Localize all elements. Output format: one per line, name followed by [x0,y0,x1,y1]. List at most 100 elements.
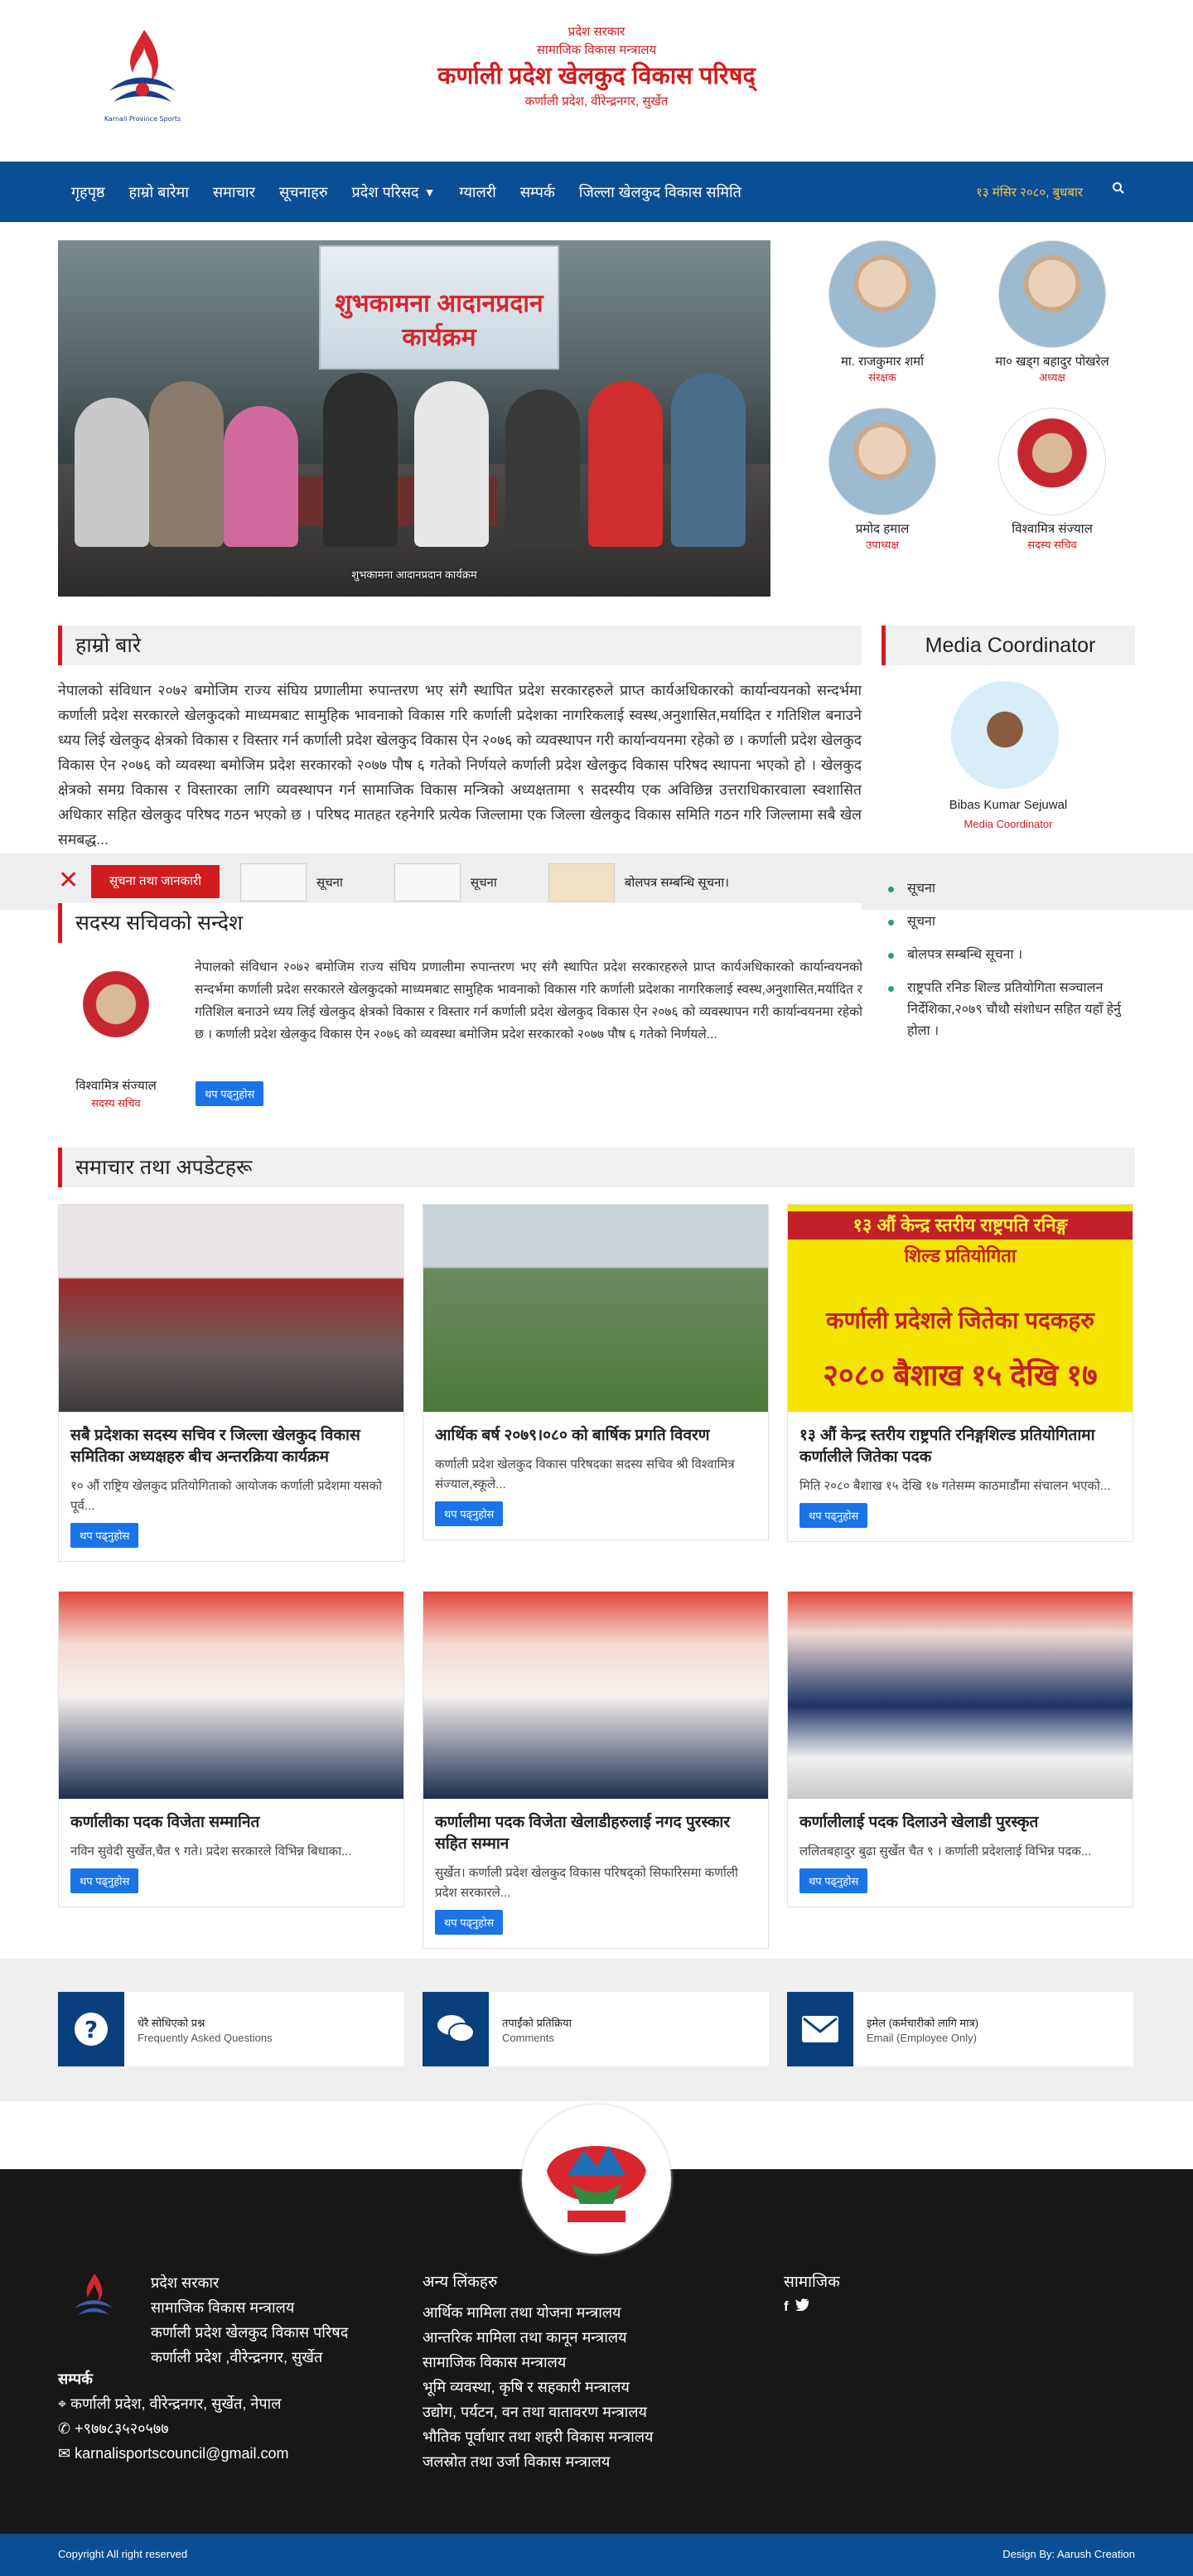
bullet-icon [888,887,894,892]
news-card[interactable]: कर्णालीलाई पदक दिलाउने खेलाडी पुरस्कृत ल… [787,1591,1133,1907]
footer-links-title: अन्य लिंकहरु [423,2274,498,2291]
quick-links-section: ? धेरै सोधिएको प्रश्न Frequently Asked Qu… [0,1959,1193,2101]
quick-link-comments[interactable]: तपाईंको प्रतिक्रिया Comments [423,1992,769,2066]
site-title[interactable]: कर्णाली प्रदेश खेलकुद विकास परिषद् [348,60,845,93]
news-title[interactable]: आर्थिक बर्ष २०७९।०८० को बार्षिक प्रगति व… [423,1412,768,1447]
nav-news[interactable]: समाचार [213,182,255,202]
news-desc: मिति २०८० बैशाख १५ देखि १७ गतेसम्म काठमा… [799,1479,1111,1493]
ticker-item-label: बोलपत्र सम्बन्धि सूचना। [624,876,729,890]
news-read-more-button[interactable]: थप पढ्नुहोस [435,1910,504,1935]
twitter-icon[interactable] [795,2298,809,2315]
official-role: अध्यक्ष [1039,371,1065,384]
banner-line2: शिल्ड प्रतियोगिता [904,1245,1017,1266]
news-image [59,1205,403,1412]
ticker-label: सूचना तथा जानकारी [91,865,220,898]
nav-contact[interactable]: सम्पर्क [520,182,555,202]
quick-link-subtitle: Email (Employee Only) [867,2031,977,2044]
nav-council-dropdown[interactable]: प्रदेश परिसद ▼ [352,182,436,202]
notice-list: सूचना सूचना बोलपत्र सम्बन्धि सूचना । राष… [886,878,1135,1054]
notice-item[interactable]: सूचना [886,911,1135,933]
chevron-down-icon: ▼ [423,185,436,199]
nav-label: सम्पर्क [519,183,555,201]
quick-link-title: तपाईंको प्रतिक्रिया [502,2016,572,2029]
nav-home[interactable]: गृहपृष्ठ [71,182,105,202]
footer-link[interactable]: आन्तरिक मामिला तथा कानून मन्त्रालय [423,2325,653,2350]
official-card[interactable]: प्रमोद हमाल उपाध्यक्ष [799,408,965,552]
footer-social-title: सामाजिक [784,2274,840,2291]
news-image: १३ औं केन्द्र स्तरीय राष्ट्रपति रनिङ्ग श… [788,1205,1133,1412]
envelope-icon [787,1992,853,2066]
news-read-more-button[interactable]: थप पढ्नुहोस [799,1868,868,1893]
comments-icon [423,1992,489,2066]
news-card[interactable]: सबै प्रदेशका सदस्य सचिव र जिल्ला खेलकुद … [58,1204,404,1562]
footer-link[interactable]: भूमि व्यवस्था, कृषि र सहकारी मन्त्रालय [423,2375,653,2400]
news-title[interactable]: कर्णालीका पदक विजेता सम्मानित [59,1799,403,1834]
notice-item[interactable]: राष्ट्रपति रनिङ शिल्ड प्रतियोगिता सञ्चाल… [886,978,1135,1042]
official-photo [828,240,936,348]
news-title[interactable]: १३ औं केन्द्र स्तरीय राष्ट्रपति रनिङ्गशि… [788,1412,1133,1468]
footer-link[interactable]: भौतिक पूर्वाधार तथा शहरी विकास मन्त्रालय [423,2424,653,2449]
secretary-message-title: सदस्य सचिवको सन्देश [58,903,862,943]
footer-link[interactable]: उद्योग, पर्यटन, वन तथा वातावरण मन्त्रालय [423,2400,653,2424]
quick-link-faq[interactable]: ? धेरै सोधिएको प्रश्न Frequently Asked Qu… [58,1992,404,2066]
notice-item[interactable]: सूचना [886,878,1135,900]
facebook-icon[interactable]: f [784,2298,789,2315]
nav-district-committee[interactable]: जिल्ला खेलकुद विकास समिति [579,182,741,202]
news-card[interactable]: आर्थिक बर्ष २०७९।०८० को बार्षिक प्रगति व… [423,1204,769,1540]
nav-label: हाम्रो बारेमा [128,183,189,201]
news-card[interactable]: कर्णालीमा पदक विजेता खेलाडीहरुलाई नगद पु… [423,1591,769,1949]
phone-icon: ✆ [58,2420,75,2437]
footer-org-line: कर्णाली प्रदेश खेलकुद विकास परिषद [151,2324,349,2341]
official-role: सदस्य सचिव [1027,539,1077,551]
secretary-read-more-button[interactable]: थप पढ्नुहोस [196,1081,264,1106]
footer-phone[interactable]: ✆ +९७७८३५२०५७७ [58,2416,288,2441]
footer-link[interactable]: सामाजिक विकास मन्त्रालय [423,2350,653,2375]
footer-email[interactable]: ✉ karnalisportscouncil@gmail.com [58,2441,288,2466]
footer-link[interactable]: आर्थिक मामिला तथा योजना मन्त्रालय [423,2300,653,2325]
designer-credit[interactable]: Design By: Aarush Creation [1002,2548,1135,2560]
news-title[interactable]: कर्णालीमा पदक विजेता खेलाडीहरुलाई नगद पु… [423,1799,768,1855]
ticker-item[interactable]: बोलपत्र सम्बन्धि सूचना। [548,862,729,903]
secretary-name: विश्वामित्र संज्याल [75,1079,157,1093]
official-card[interactable]: मा० खड्ग बहादुर पोखरेल अध्यक्ष [969,240,1135,384]
notice-item[interactable]: बोलपत्र सम्बन्धि सूचना । [886,945,1135,966]
official-card[interactable]: विश्वामित्र संज्याल सदस्य सचिव [969,408,1135,552]
news-read-more-button[interactable]: थप पढ्नुहोस [435,1501,504,1526]
news-image [423,1205,768,1412]
main-navigation: गृहपृष्ठ हाम्रो बारेमा समाचार सूचनाहरु प… [0,162,1193,222]
copyright-text: Copyright All right reserved [58,2548,188,2560]
council-logo-icon[interactable]: Karnali Province Sports [93,23,192,131]
bullet-icon [888,986,894,992]
footer-social: सामाजिक f [784,2270,840,2315]
news-read-more-button[interactable]: थप पढ्नुहोस [799,1503,868,1528]
quick-link-email[interactable]: इमेल (कर्मचारीको लागि मात्र) Email (Emplo… [787,1992,1133,2066]
footer-org-line: सामाजिक विकास मन्त्रालय [151,2299,295,2316]
official-card[interactable]: मा. राजकुमार शर्मा संरक्षक [799,240,965,384]
media-coordinator-photo [951,681,1059,789]
nav-about[interactable]: हाम्रो बारेमा [129,182,189,202]
news-read-more-button[interactable]: थप पढ्नुहोस [70,1523,139,1548]
search-icon[interactable] [1112,181,1125,199]
close-icon[interactable]: ✕ [58,868,79,893]
nav-gallery[interactable]: ग्यालरी [459,182,495,202]
footer-links: अन्य लिंकहरु आर्थिक मामिला तथा योजना मन्… [423,2270,653,2474]
official-name: मा. राजकुमार शर्मा [840,355,925,369]
ticker-item[interactable]: सूचना [394,862,497,903]
news-card[interactable]: १३ औं केन्द्र स्तरीय राष्ट्रपति रनिङ्ग श… [787,1204,1133,1542]
site-header: Karnali Province Sports प्रदेश सरकार साम… [0,0,1193,162]
news-card[interactable]: कर्णालीका पदक विजेता सम्मानित नविन सुवेद… [58,1591,404,1907]
hero-slider-image[interactable]: शुभकामना आदानप्रदान कार्यक्रम शुभकामना आ… [58,240,770,597]
news-title[interactable]: सबै प्रदेशका सदस्य सचिव र जिल्ला खेलकुद … [59,1412,403,1468]
ticker-item-label: सूचना [470,876,497,890]
ticker-item[interactable]: सूचना [240,862,343,903]
media-coordinator-name: Bibas Kumar Sejuwal [949,798,1068,812]
banner-line3: कर्णाली प्रदेशले जितेका पदकहरु [825,1307,1095,1333]
footer-link[interactable]: जलस्रोत तथा उर्जा विकास मन्त्रालय [423,2449,653,2474]
header-titles: प्रदेश सरकार सामाजिक विकास मन्त्रालय कर्… [348,23,845,111]
news-title[interactable]: कर्णालीलाई पदक दिलाउने खेलाडी पुरस्कृत [788,1799,1133,1834]
notice-text: सूचना [907,882,936,896]
nav-notices[interactable]: सूचनाहरु [279,182,328,202]
news-read-more-button[interactable]: थप पढ्नुहोस [70,1868,139,1893]
quick-link-subtitle: Comments [502,2031,554,2044]
notice-text: राष्ट्रपति रनिङ शिल्ड प्रतियोगिता सञ्चाल… [907,981,1122,1038]
